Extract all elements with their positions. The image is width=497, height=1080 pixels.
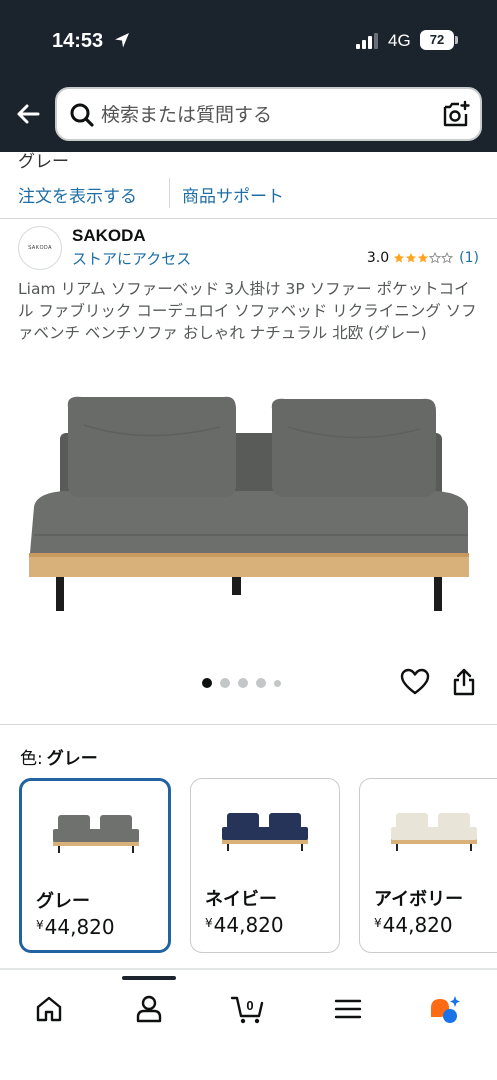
variant-thumbnail bbox=[53, 815, 139, 853]
carousel-dot[interactable] bbox=[202, 678, 212, 688]
network-label: 4G bbox=[388, 31, 411, 50]
divider bbox=[0, 218, 497, 219]
star-rating bbox=[393, 252, 454, 264]
menu-icon[interactable] bbox=[333, 994, 363, 1024]
nav-active-indicator bbox=[122, 976, 176, 980]
search-input[interactable] bbox=[101, 99, 421, 131]
order-links: 注文を表示する 商品サポート bbox=[0, 176, 497, 212]
carousel-dots[interactable] bbox=[202, 678, 281, 688]
carousel-dot[interactable] bbox=[238, 678, 248, 688]
account-icon[interactable] bbox=[134, 994, 164, 1024]
divider bbox=[0, 724, 497, 725]
carousel-dot[interactable] bbox=[256, 678, 266, 688]
search-icon bbox=[70, 103, 94, 127]
back-arrow-icon[interactable] bbox=[10, 96, 46, 132]
currency-symbol: ¥ bbox=[36, 918, 44, 932]
star-filled-icon bbox=[406, 253, 417, 263]
link-divider bbox=[169, 178, 170, 208]
product-title: Liam リアム ソファーベッド 3人掛け 3P ソファー ポケットコイル ファ… bbox=[18, 280, 477, 342]
color-variant-ivory[interactable]: アイボリー ¥44,820 bbox=[359, 778, 497, 953]
heart-icon[interactable] bbox=[400, 668, 430, 696]
variant-name: アイボリー bbox=[374, 889, 464, 910]
product-support-link[interactable]: 商品サポート bbox=[182, 182, 284, 207]
variant-thumbnail bbox=[391, 813, 477, 851]
rating-value: 3.0 bbox=[366, 250, 390, 266]
home-icon[interactable] bbox=[34, 994, 64, 1024]
price-value: 44,820 bbox=[382, 913, 453, 937]
star-filled-icon bbox=[418, 253, 429, 263]
view-order-link[interactable]: 注文を表示する bbox=[18, 182, 137, 207]
variant-price: ¥44,820 bbox=[36, 915, 115, 939]
brand-logo-text: SAKODA bbox=[28, 245, 52, 251]
share-icon[interactable] bbox=[452, 668, 476, 696]
rating-summary[interactable]: 3.0 (1) bbox=[367, 250, 479, 266]
rating-count[interactable]: (1) bbox=[459, 250, 479, 266]
cart-icon[interactable]: 0 bbox=[230, 990, 266, 1026]
search-box[interactable] bbox=[55, 87, 482, 141]
carousel-dot[interactable] bbox=[220, 678, 230, 688]
search-header bbox=[0, 82, 497, 152]
rufus-assistant-icon[interactable] bbox=[428, 994, 462, 1026]
brand-name[interactable]: SAKODA bbox=[72, 226, 146, 246]
color-variant-navy[interactable]: ネイビー ¥44,820 bbox=[190, 778, 340, 953]
cart-count: 0 bbox=[246, 998, 253, 1013]
price-value: 44,820 bbox=[44, 915, 115, 939]
star-empty-icon bbox=[441, 252, 454, 264]
color-label-prefix: 色: bbox=[20, 749, 43, 769]
selected-color-name: グレー bbox=[46, 749, 98, 769]
variant-price: ¥44,820 bbox=[205, 913, 284, 937]
currency-symbol: ¥ bbox=[205, 916, 213, 930]
variant-price: ¥44,820 bbox=[374, 913, 453, 937]
color-variant-gray[interactable]: グレー ¥44,820 bbox=[19, 778, 171, 953]
ordered-color-text: グレー bbox=[18, 152, 69, 172]
visit-store-link[interactable]: ストアにアクセス bbox=[72, 248, 191, 269]
brand-logo[interactable]: SAKODA bbox=[18, 226, 62, 270]
signal-icon bbox=[356, 33, 378, 49]
star-empty-icon bbox=[429, 252, 442, 264]
price-value: 44,820 bbox=[213, 913, 284, 937]
variant-name: グレー bbox=[36, 891, 90, 912]
status-time: 14:53 bbox=[52, 30, 104, 52]
star-filled-icon bbox=[394, 253, 405, 263]
product-image[interactable] bbox=[24, 385, 474, 615]
divider bbox=[0, 968, 497, 970]
variant-thumbnail bbox=[222, 813, 308, 851]
camera-search-icon[interactable] bbox=[441, 100, 471, 130]
bottom-nav: 0 bbox=[0, 976, 497, 1080]
variant-name: ネイビー bbox=[205, 889, 277, 910]
color-selector-label: 色: グレー bbox=[20, 744, 98, 769]
currency-symbol: ¥ bbox=[374, 916, 382, 930]
location-arrow-icon bbox=[115, 33, 129, 48]
carousel-dot[interactable] bbox=[274, 679, 281, 687]
battery-indicator: 72 bbox=[420, 30, 454, 50]
status-bar: 14:53 4G 72 bbox=[0, 0, 497, 82]
battery-tip bbox=[455, 36, 458, 44]
